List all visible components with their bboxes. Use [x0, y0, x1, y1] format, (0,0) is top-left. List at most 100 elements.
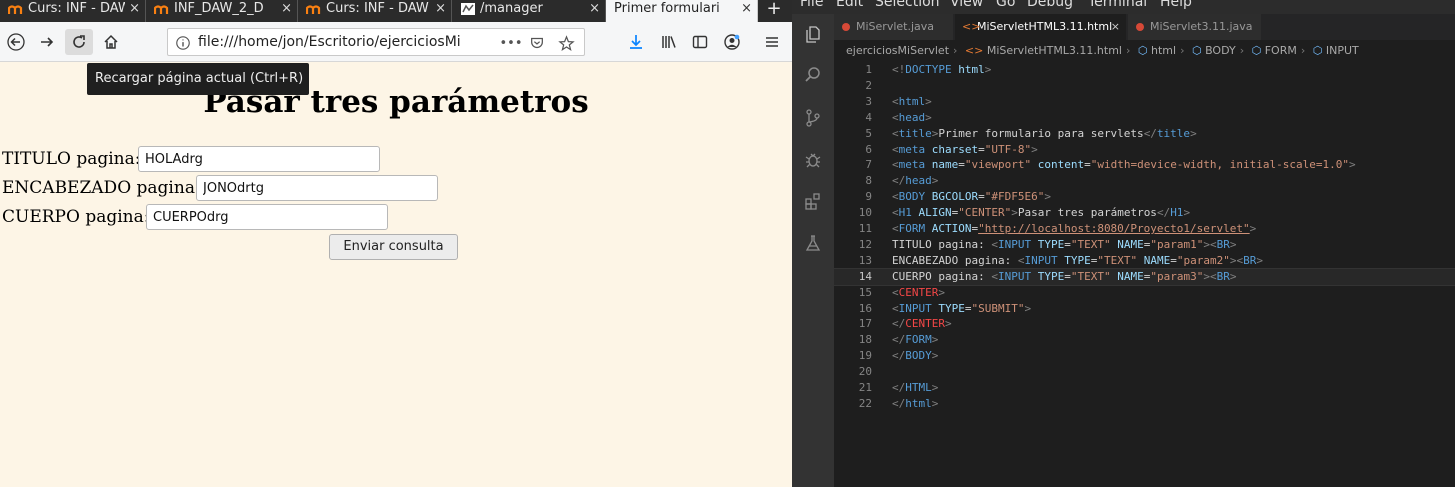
code-line[interactable]: 4 <head>	[834, 110, 1455, 126]
element-icon: ⬡	[1137, 44, 1148, 57]
extensions-icon[interactable]	[803, 191, 823, 211]
code-line[interactable]: 12 TITULO pagina: <INPUT TYPE="TEXT" NAME…	[834, 237, 1455, 253]
menu-terminal[interactable]: Terminal	[1088, 0, 1147, 10]
menu-view[interactable]: View	[950, 0, 983, 10]
titulo-input[interactable]	[138, 146, 380, 172]
close-icon[interactable]: ×	[741, 0, 752, 18]
editor-tab[interactable]: MiServlet.java	[834, 14, 954, 40]
menu-bar: File Edit Selection View Go Debug Termin…	[792, 0, 1455, 14]
code-line[interactable]: 5 <title>Primer formulario para servlets<…	[834, 126, 1455, 142]
code-line[interactable]: 16 <INPUT TYPE="SUBMIT">	[834, 301, 1455, 317]
code-token: INPUT	[1024, 253, 1058, 267]
code-text: </BODY>	[892, 348, 938, 364]
menu-edit[interactable]: Edit	[836, 0, 863, 10]
code-token: ALIGN	[911, 206, 952, 220]
menu-file[interactable]: File	[800, 0, 823, 10]
page-actions-icon[interactable]: •••	[500, 34, 523, 52]
editor-tab[interactable]: MiServlet3.11.java	[1128, 14, 1262, 40]
code-line[interactable]: 22 </html>	[834, 396, 1455, 412]
code-line[interactable]: 17 </CENTER>	[834, 316, 1455, 332]
breadcrumb-item[interactable]: html	[1151, 44, 1176, 57]
code-token: </	[1143, 126, 1157, 140]
source-control-icon[interactable]	[803, 108, 823, 128]
downloads-button[interactable]	[622, 29, 650, 55]
code-token: ><	[1203, 269, 1217, 283]
new-tab-button[interactable]: +	[760, 0, 788, 20]
menu-go[interactable]: Go	[996, 0, 1015, 10]
back-button[interactable]	[2, 29, 30, 55]
reload-button[interactable]	[65, 29, 93, 55]
bookmark-star-icon[interactable]	[557, 34, 575, 52]
pocket-icon[interactable]	[528, 34, 546, 52]
close-icon[interactable]: ×	[1111, 14, 1120, 40]
test-flask-icon[interactable]	[803, 233, 823, 253]
code-token: <	[892, 110, 899, 124]
search-icon[interactable]	[803, 65, 823, 85]
code-line[interactable]: 3 <html>	[834, 94, 1455, 110]
breadcrumb-item[interactable]: INPUT	[1326, 44, 1359, 57]
code-line[interactable]: 19 </BODY>	[834, 348, 1455, 364]
browser-tab[interactable]: INF_DAW_2_D ×	[146, 0, 298, 22]
close-icon[interactable]: ×	[435, 0, 446, 18]
cuerpo-input[interactable]	[146, 204, 388, 230]
home-button[interactable]	[97, 29, 125, 55]
code-line[interactable]: 2	[834, 78, 1455, 94]
breadcrumb-item[interactable]: BODY	[1205, 44, 1236, 57]
explorer-icon[interactable]	[803, 24, 823, 44]
sidebar-button[interactable]	[686, 29, 714, 55]
menu-button[interactable]	[758, 29, 786, 55]
code-token: Pasar tres parámetros	[1017, 206, 1157, 220]
code-token: =	[1064, 237, 1071, 251]
code-token: >	[931, 349, 939, 363]
code-token: =	[978, 142, 985, 156]
debug-icon[interactable]	[803, 150, 823, 170]
code-line[interactable]: 7 <meta name="viewport" content="width=de…	[834, 157, 1455, 173]
code-line[interactable]: 10 <H1 ALIGN="CENTER">Pasar tres parámetr…	[834, 205, 1455, 221]
encabezado-input[interactable]	[196, 175, 438, 201]
code-token: BR	[1216, 269, 1230, 283]
menu-help[interactable]: Help	[1160, 0, 1192, 10]
code-line[interactable]: 8 </head>	[834, 173, 1455, 189]
submit-button[interactable]: Enviar consulta	[329, 234, 458, 260]
code-token: </	[892, 381, 906, 394]
browser-tab[interactable]: Curs: INF - DAW ×	[298, 0, 452, 22]
editor-tab-active[interactable]: <> MiServletHTML3.11.html ×	[955, 14, 1127, 40]
code-line[interactable]: 18 </FORM>	[834, 332, 1455, 348]
browser-tab[interactable]: /manager ×	[452, 0, 606, 22]
info-icon[interactable]	[174, 34, 192, 52]
menu-selection[interactable]: Selection	[875, 0, 940, 10]
code-line[interactable]: 13 ENCABEZADO pagina: <INPUT TYPE="TEXT" …	[834, 253, 1455, 269]
close-icon[interactable]: ×	[281, 0, 292, 18]
code-line[interactable]: 15 <CENTER>	[834, 285, 1455, 301]
menu-debug[interactable]: Debug	[1027, 0, 1073, 10]
code-token: <	[892, 206, 899, 220]
code-line[interactable]: 11 <FORM ACTION="http://localhost:8080/Pr…	[834, 221, 1455, 237]
code-line[interactable]: 20	[834, 364, 1455, 380]
library-button[interactable]	[655, 29, 683, 55]
url-bar[interactable]: file:///home/jon/Escritorio/ejerciciosMi…	[167, 28, 585, 56]
close-icon[interactable]: ×	[589, 0, 600, 18]
breadcrumb-item[interactable]: MiServletHTML3.11.html	[987, 44, 1122, 57]
forward-button[interactable]	[33, 29, 61, 55]
breadcrumb-item[interactable]: ejerciciosMiServlet	[846, 44, 949, 57]
account-button[interactable]	[718, 29, 746, 55]
code-editor[interactable]: 1 <!DOCTYPE html> 2 3 <html> 4 <head> 5 <title>P…	[833, 62, 1455, 487]
code-line[interactable]: 14 CUERPO pagina: <INPUT TYPE="TEXT" NAME…	[833, 267, 1455, 286]
code-token: CENTER	[905, 317, 945, 331]
close-icon[interactable]: ×	[129, 0, 140, 18]
code-token: =	[978, 190, 985, 204]
code-line[interactable]: 6 <meta charset="UTF-8">	[834, 142, 1455, 158]
home-icon	[104, 34, 118, 49]
breadcrumb-item[interactable]: FORM	[1265, 44, 1297, 57]
browser-tab-active[interactable]: Primer formulari ×	[606, 0, 758, 22]
forward-arrow-icon	[41, 37, 54, 47]
url-text[interactable]: file:///home/jon/Escritorio/ejerciciosMi	[198, 34, 464, 50]
tab-title: Curs: INF - DAW	[28, 1, 125, 16]
code-line[interactable]: 1 <!DOCTYPE html>	[834, 62, 1455, 78]
code-token: BGCOLOR	[925, 190, 979, 204]
line-number: 22	[858, 396, 872, 410]
code-line[interactable]: 21 </HTML>	[834, 380, 1455, 396]
chevron-right-icon: ›	[1239, 44, 1245, 57]
browser-tab[interactable]: Curs: INF - DAW ×	[0, 0, 146, 22]
code-line[interactable]: 9 <BODY BGCOLOR="#FDF5E6">	[834, 189, 1455, 205]
